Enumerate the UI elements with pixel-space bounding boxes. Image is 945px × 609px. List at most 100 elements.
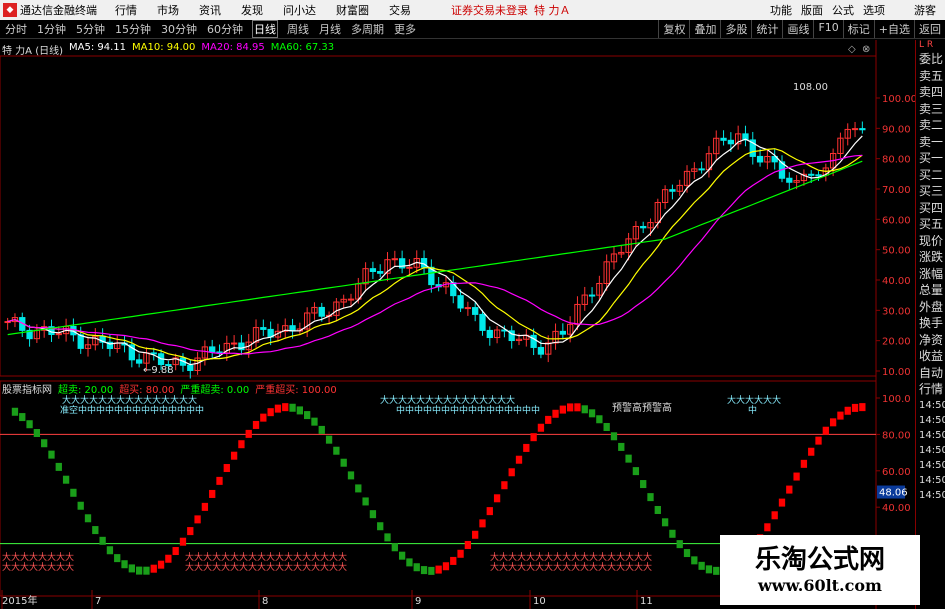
side-item[interactable]: 换手 bbox=[916, 315, 945, 332]
oscillator-block bbox=[209, 489, 216, 498]
period-tab-multi[interactable]: 多周期 bbox=[350, 21, 385, 37]
menu-layout[interactable]: 版面 bbox=[801, 2, 823, 18]
tool-add-watch[interactable]: +自选 bbox=[873, 20, 914, 38]
side-item[interactable]: 现价 bbox=[916, 233, 945, 250]
oscillator-block bbox=[11, 407, 19, 416]
tool-mark[interactable]: 标记 bbox=[842, 20, 874, 38]
period-tab-monthly[interactable]: 月线 bbox=[318, 21, 342, 37]
oscillator-block bbox=[596, 415, 603, 424]
oscillator-block bbox=[99, 536, 106, 545]
oscillator-block bbox=[150, 564, 157, 573]
stock-terminal-window: ◆ 通达信金融终端 行情 市场 资讯 发现 问小达 财富圈 交易 证券交易未登录… bbox=[0, 0, 945, 609]
menu-quote[interactable]: 行情 bbox=[115, 2, 137, 18]
oscillator-block bbox=[778, 498, 786, 507]
tool-back[interactable]: 返回 bbox=[914, 20, 945, 38]
menu-trade[interactable]: 交易 bbox=[389, 2, 411, 18]
price-tick-label: 70.00 bbox=[882, 185, 911, 196]
menu-ask[interactable]: 问小达 bbox=[283, 2, 316, 18]
oscillator-block bbox=[304, 411, 311, 420]
chart-title: 特 力A (日线) bbox=[2, 46, 64, 57]
signal-bottom-strip: 大大大大大大大大大大大大大大大大大大 bbox=[185, 551, 347, 563]
oscillator-block bbox=[625, 454, 632, 463]
tool-adjust[interactable]: 复权 bbox=[658, 20, 689, 38]
period-tab-weekly[interactable]: 周线 bbox=[286, 21, 310, 37]
oscillator-block bbox=[165, 554, 172, 563]
side-item[interactable]: 14:50 bbox=[916, 398, 945, 413]
side-item[interactable]: 14:50 bbox=[916, 443, 945, 458]
period-tab-timeshare[interactable]: 分时 bbox=[4, 21, 28, 37]
side-item[interactable]: 卖五 bbox=[916, 68, 945, 85]
side-item[interactable]: 买四 bbox=[916, 200, 945, 217]
side-item[interactable]: 卖四 bbox=[916, 84, 945, 101]
side-item[interactable]: 14:50 bbox=[916, 413, 945, 428]
candle-body bbox=[486, 329, 493, 339]
oscillator-block bbox=[420, 566, 428, 575]
side-item[interactable]: 涨幅 bbox=[916, 266, 945, 283]
oscillator-block bbox=[545, 415, 552, 424]
period-tab-30min[interactable]: 30分钟 bbox=[160, 21, 198, 37]
menu-options[interactable]: 选项 bbox=[863, 2, 885, 18]
oscillator-block bbox=[442, 562, 450, 571]
menu-market[interactable]: 市场 bbox=[157, 2, 179, 18]
oscillator-block bbox=[815, 436, 822, 445]
oscillator-block bbox=[859, 403, 866, 412]
period-tab-60min[interactable]: 60分钟 bbox=[206, 21, 244, 37]
period-tab-5min[interactable]: 5分钟 bbox=[75, 21, 106, 37]
side-item[interactable]: 卖二 bbox=[916, 117, 945, 134]
oscillator-block bbox=[428, 566, 435, 575]
candle-body bbox=[135, 359, 143, 364]
side-item[interactable]: 14:50 bbox=[916, 488, 945, 503]
side-item[interactable]: 买三 bbox=[916, 183, 945, 200]
tool-draw[interactable]: 画线 bbox=[782, 20, 813, 38]
menu-news[interactable]: 资讯 bbox=[199, 2, 221, 18]
period-tab-15min[interactable]: 15分钟 bbox=[114, 21, 152, 37]
side-item[interactable]: 买五 bbox=[916, 216, 945, 233]
side-item[interactable]: 自动 bbox=[916, 365, 945, 382]
candle-body bbox=[815, 174, 822, 177]
side-item[interactable]: 收益 bbox=[916, 348, 945, 365]
side-item[interactable]: 外盘 bbox=[916, 299, 945, 316]
side-item[interactable]: 买一 bbox=[916, 150, 945, 167]
period-tab-more[interactable]: 更多 bbox=[393, 21, 417, 37]
side-item[interactable]: 14:50 bbox=[916, 473, 945, 488]
ma10-line bbox=[7, 148, 863, 362]
menu-discover[interactable]: 发现 bbox=[241, 2, 263, 18]
indicator-name[interactable]: 股票指标网 bbox=[2, 381, 52, 396]
period-tab-daily[interactable]: 日线 bbox=[252, 20, 278, 38]
indicator-legend: 股票指标网 超卖: 20.00 超买: 80.00 严重超卖: 0.00 严重超… bbox=[2, 381, 337, 396]
login-notice[interactable]: 证券交易未登录 bbox=[451, 2, 528, 18]
candle-body bbox=[859, 128, 866, 131]
side-item[interactable]: 14:50 bbox=[916, 428, 945, 443]
title-menu-bar: ◆ 通达信金融终端 行情 市场 资讯 发现 问小达 财富圈 交易 证券交易未登录… bbox=[0, 0, 945, 20]
menu-wealth[interactable]: 财富圈 bbox=[336, 2, 369, 18]
side-item[interactable]: 14:50 bbox=[916, 458, 945, 473]
side-item[interactable]: 净资 bbox=[916, 332, 945, 349]
candle-body bbox=[530, 334, 537, 348]
kline-chart[interactable]: 100.00 90.00 80.00 70.00 60.00 50.00 40.00 30.0… bbox=[0, 40, 915, 609]
side-item[interactable]: 涨跌 bbox=[916, 249, 945, 266]
side-item[interactable]: 行情 bbox=[916, 381, 945, 398]
period-tab-1min[interactable]: 1分钟 bbox=[36, 21, 67, 37]
watermark-title: 乐淘公式网 bbox=[754, 545, 885, 575]
tool-multi-stock[interactable]: 多股 bbox=[720, 20, 751, 38]
candle-body bbox=[756, 155, 764, 163]
side-item[interactable]: 委比 bbox=[916, 51, 945, 68]
menu-formula[interactable]: 公式 bbox=[832, 2, 854, 18]
guest-label[interactable]: 游客 bbox=[914, 2, 936, 18]
ma5-line bbox=[7, 135, 863, 366]
oscillator-block bbox=[406, 558, 413, 567]
overbought-label: 超买: 80.00 bbox=[119, 385, 175, 396]
oscillator-block bbox=[26, 420, 33, 429]
side-item[interactable]: 卖一 bbox=[916, 134, 945, 151]
oscillator-block bbox=[537, 423, 545, 432]
side-item[interactable]: 卖三 bbox=[916, 101, 945, 118]
side-item[interactable]: 买二 bbox=[916, 167, 945, 184]
tool-overlay[interactable]: 叠加 bbox=[689, 20, 720, 38]
side-item[interactable]: 总量 bbox=[916, 282, 945, 299]
candle-body bbox=[77, 334, 84, 349]
menu-function[interactable]: 功能 bbox=[770, 2, 792, 18]
tool-stats[interactable]: 统计 bbox=[751, 20, 782, 38]
x-tick-label: 2015年 bbox=[2, 594, 37, 607]
oscillator-block bbox=[41, 439, 48, 448]
tool-f10[interactable]: F10 bbox=[813, 20, 842, 38]
